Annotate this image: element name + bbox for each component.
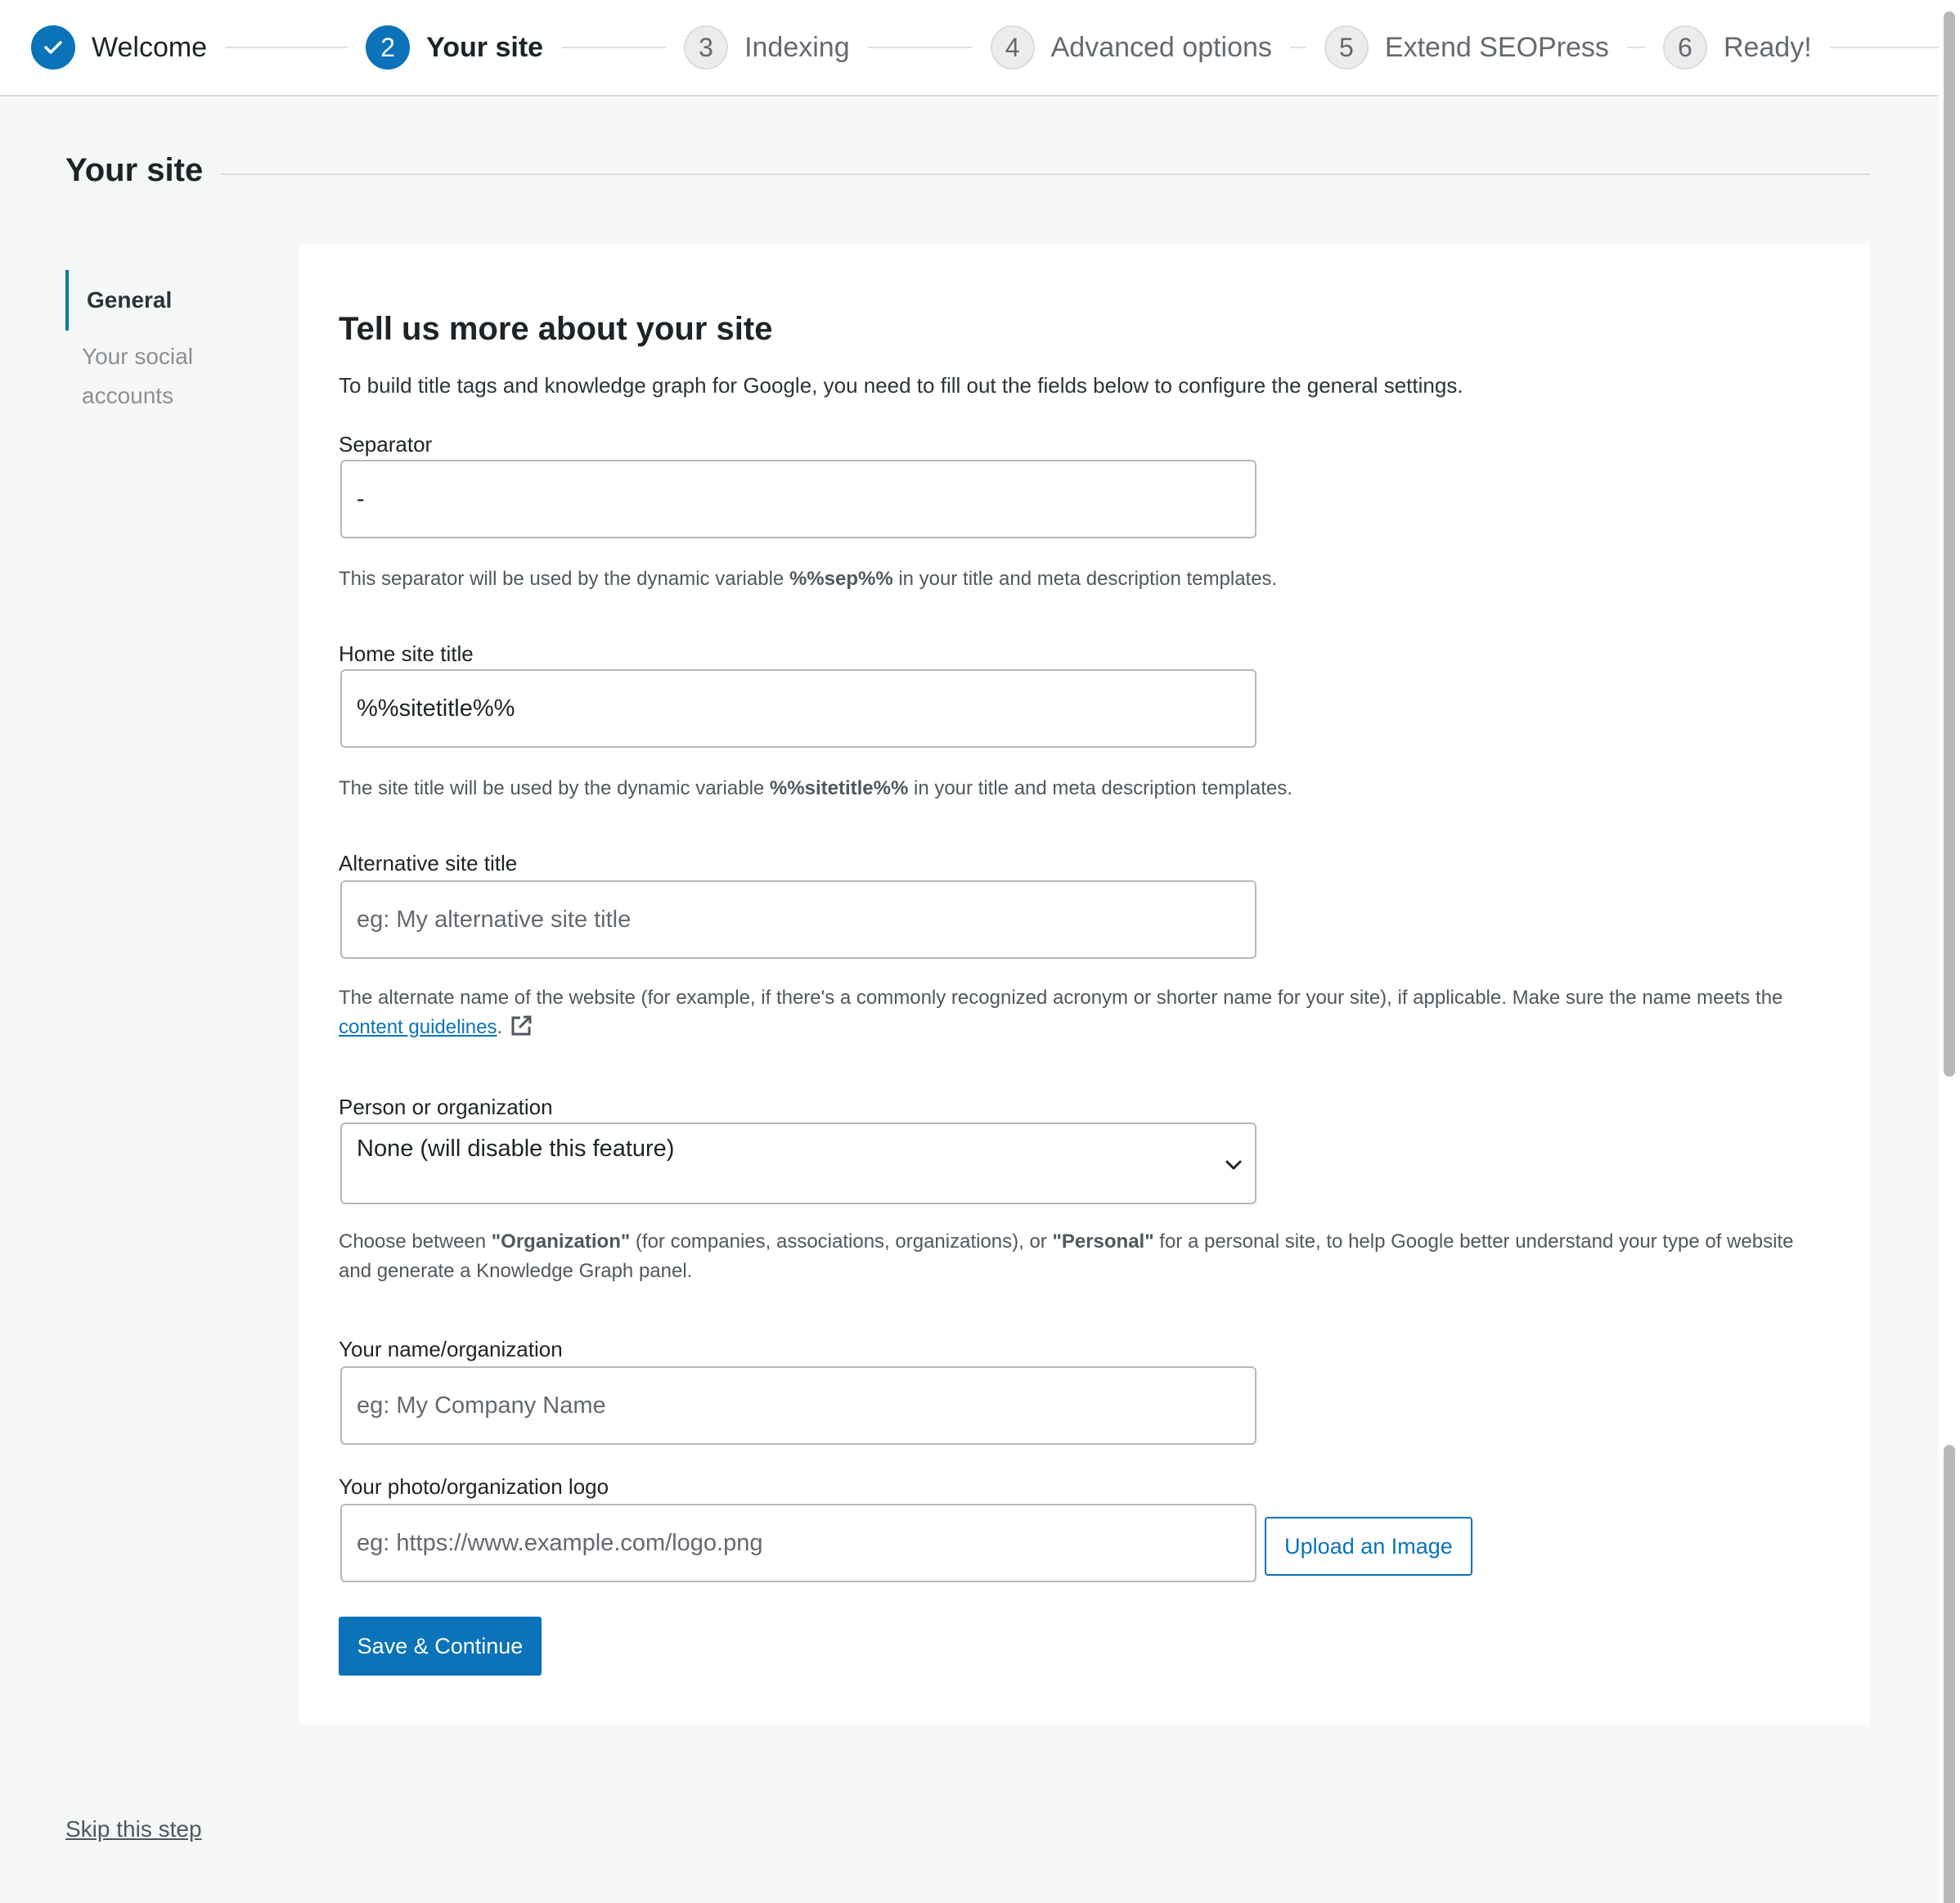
title-divider	[221, 173, 1870, 175]
alt-title-help: The alternate name of the website (for e…	[339, 987, 1783, 1038]
step-advanced-options[interactable]: 4 Advanced options	[990, 25, 1272, 70]
separator-input[interactable]	[340, 460, 1256, 538]
name-org-input[interactable]	[340, 1366, 1256, 1445]
select-value: None (will disable this feature)	[357, 1136, 675, 1162]
page-scrollbar[interactable]	[1939, 0, 1960, 1903]
home-title-help: The site title will be used by the dynam…	[339, 777, 1292, 799]
step-indexing[interactable]: 3 Indexing	[684, 25, 850, 70]
person-org-select[interactable]: None (will disable this feature)	[340, 1122, 1256, 1204]
content-guidelines-link[interactable]: content guidelines	[339, 1016, 497, 1038]
card-heading: Tell us more about your site	[339, 311, 773, 347]
page-title-row: Your site	[65, 152, 1870, 189]
step-label: Advanced options	[1050, 31, 1272, 63]
step-number: 3	[684, 25, 729, 70]
alt-title-input[interactable]	[340, 880, 1256, 959]
step-label: Welcome	[92, 31, 208, 63]
step-connector	[561, 47, 667, 48]
step-label: Ready!	[1723, 31, 1812, 63]
step-label: Extend SEOPress	[1384, 31, 1609, 63]
settings-subnav: General Your social accounts	[65, 270, 262, 416]
settings-card: Tell us more about your site To build ti…	[299, 244, 1870, 1725]
separator-help: This separator will be used by the dynam…	[339, 568, 1278, 590]
logo-url-input[interactable]	[340, 1504, 1256, 1582]
external-link-icon[interactable]	[509, 1014, 533, 1038]
step-connector	[1626, 47, 1645, 48]
person-org-help: Choose between "Organization" (for compa…	[339, 1230, 1794, 1282]
logo-label: Your photo/organization logo	[339, 1474, 609, 1499]
skip-step-link[interactable]: Skip this step	[65, 1816, 202, 1842]
subnav-item-general[interactable]: General	[65, 270, 262, 331]
step-number: 5	[1324, 25, 1369, 70]
scrollbar-thumb[interactable]	[1944, 1445, 1955, 1903]
person-org-label: Person or organization	[339, 1095, 553, 1119]
home-title-label: Home site title	[339, 641, 474, 666]
setup-stepper: Welcome 2 Your site 3 Indexing 4 Advance…	[0, 0, 1960, 97]
chevron-down-icon	[1225, 1160, 1242, 1170]
subnav-item-social-accounts[interactable]: Your social accounts	[65, 331, 262, 416]
step-number: 4	[990, 25, 1035, 70]
step-label: Indexing	[744, 31, 850, 63]
alt-title-label: Alternative site title	[339, 851, 518, 875]
page-title: Your site	[65, 152, 204, 188]
step-ready[interactable]: 6 Ready!	[1662, 25, 1812, 70]
upload-image-button[interactable]: Upload an Image	[1265, 1517, 1472, 1576]
step-number: 2	[366, 25, 411, 70]
step-connector	[867, 47, 973, 48]
card-intro: To build title tags and knowledge graph …	[339, 373, 1463, 398]
step-your-site[interactable]: 2 Your site	[366, 25, 543, 70]
save-continue-button[interactable]: Save & Continue	[339, 1617, 542, 1676]
name-org-label: Your name/organization	[339, 1337, 563, 1361]
scrollbar-thumb[interactable]	[1944, 11, 1955, 1077]
step-label: Your site	[426, 31, 544, 63]
step-connector	[225, 47, 348, 48]
separator-label: Separator	[339, 432, 433, 457]
step-welcome[interactable]: Welcome	[31, 25, 207, 70]
checkmark-icon	[31, 25, 75, 70]
step-extend-seopress[interactable]: 5 Extend SEOPress	[1324, 25, 1609, 70]
home-title-input[interactable]	[340, 669, 1256, 748]
step-connector	[1289, 47, 1306, 48]
step-number: 6	[1662, 25, 1707, 70]
